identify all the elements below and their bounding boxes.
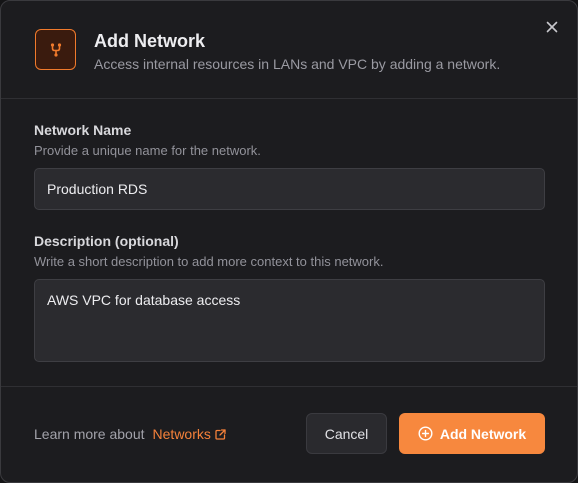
network-name-label: Network Name — [34, 122, 132, 138]
add-network-dialog: Add Network Access internal resources in… — [0, 0, 578, 483]
close-button[interactable] — [542, 17, 562, 37]
description-label: Description (optional) — [34, 233, 179, 249]
networks-link-label: Networks — [152, 426, 211, 442]
learn-more-text: Learn more about Networks — [34, 426, 226, 443]
network-branch-icon — [35, 29, 76, 70]
close-icon — [546, 21, 558, 33]
networks-link[interactable]: Networks — [153, 426, 226, 443]
cancel-button[interactable]: Cancel — [306, 413, 387, 454]
plus-circle-icon — [418, 426, 433, 441]
dialog-subtitle: Access internal resources in LANs and VP… — [94, 56, 501, 72]
description-textarea[interactable]: AWS VPC for database access — [34, 279, 545, 362]
learn-more-label: Learn more about — [34, 426, 145, 442]
network-name-value: Production RDS — [47, 180, 148, 197]
dialog-header: Add Network Access internal resources in… — [1, 1, 577, 99]
description-value: AWS VPC for database access — [47, 292, 241, 308]
add-network-button-label: Add Network — [439, 425, 527, 442]
dialog-footer: Learn more about Networks Cancel Add Net… — [1, 386, 577, 482]
cancel-button-label: Cancel — [324, 425, 369, 442]
network-name-hint: Provide a unique name for the network. — [34, 143, 261, 158]
external-link-icon — [215, 429, 226, 440]
network-name-input[interactable]: Production RDS — [34, 168, 545, 210]
description-hint: Write a short description to add more co… — [34, 254, 384, 269]
add-network-button[interactable]: Add Network — [399, 413, 545, 454]
dialog-title: Add Network — [94, 31, 206, 51]
